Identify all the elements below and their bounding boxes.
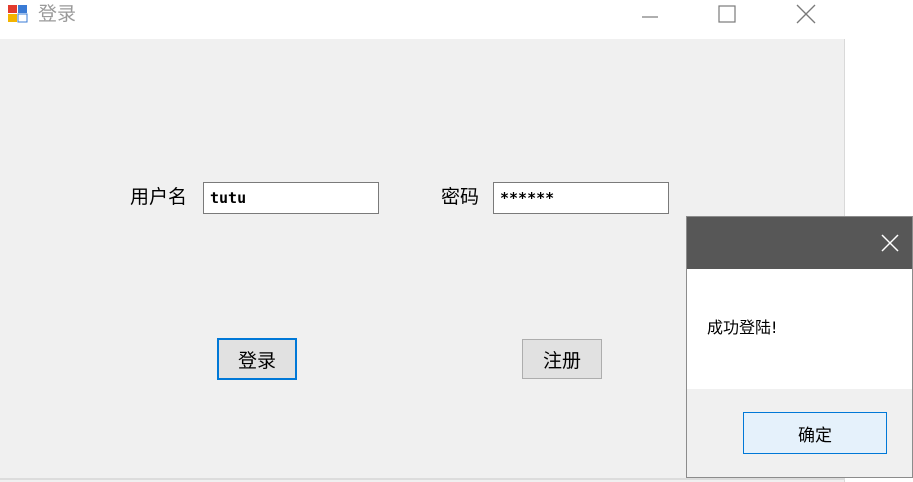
close-icon [881, 234, 899, 252]
maximize-icon [718, 5, 736, 23]
message-box-title-bar [687, 217, 912, 269]
message-box: 成功登陆! 确定 [686, 216, 913, 478]
minimize-button[interactable] [627, 0, 673, 28]
bottom-divider [0, 478, 845, 480]
close-icon [796, 4, 816, 24]
message-text: 成功登陆! [707, 318, 778, 337]
ok-button[interactable]: 确定 [743, 412, 887, 454]
message-box-close-button[interactable] [874, 227, 906, 259]
window-title: 登录 [38, 3, 77, 25]
username-label: 用户名 [130, 186, 188, 208]
minimize-icon [642, 16, 658, 18]
close-button[interactable] [783, 0, 829, 28]
app-icon [7, 4, 29, 24]
password-input[interactable] [493, 182, 669, 214]
login-button[interactable]: 登录 [217, 338, 297, 380]
username-input[interactable] [203, 182, 379, 214]
password-label: 密码 [441, 186, 480, 208]
title-bar: 登录 [0, 0, 845, 39]
maximize-button[interactable] [704, 0, 750, 28]
register-button[interactable]: 注册 [522, 339, 602, 379]
